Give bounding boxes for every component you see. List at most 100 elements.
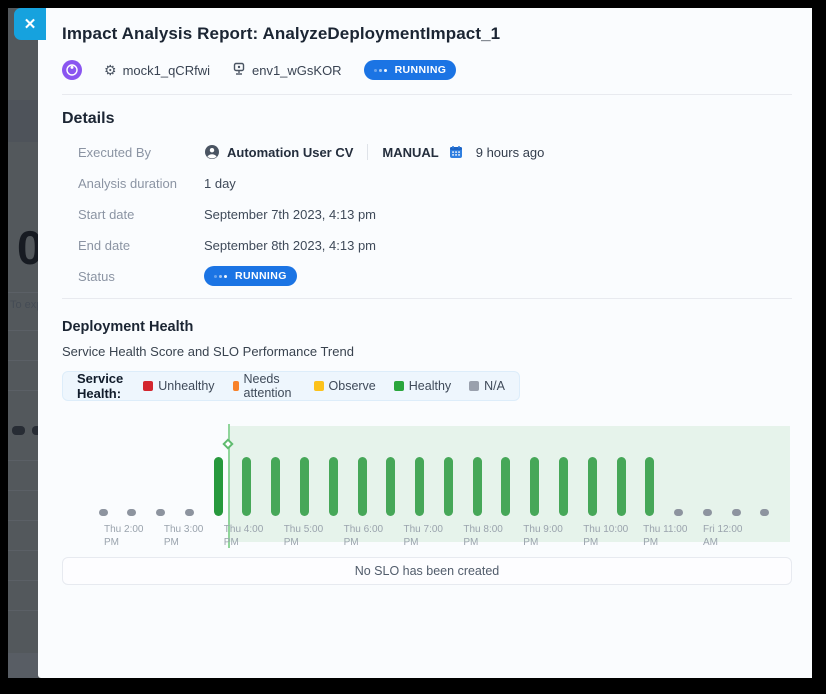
background-band — [8, 100, 38, 142]
health-chart: Thu 2:00PMThu 3:00PMThu 4:00PMThu 5:00PM… — [62, 410, 792, 552]
tick-label: Thu 7:00PM — [404, 523, 460, 549]
detail-value: September 7th 2023, 4:13 pm — [204, 207, 376, 222]
executed-time: 9 hours ago — [476, 145, 545, 160]
chart-bar — [674, 509, 683, 516]
legend-swatch-icon — [469, 381, 479, 391]
legend-item: Needs attention — [233, 372, 296, 400]
chart-bar — [415, 457, 424, 516]
detail-label: Executed By — [78, 145, 188, 160]
tick-label: Thu 8:00PM — [463, 523, 519, 549]
report-meta-row: ⚙ mock1_qCRfwi env1_wGsKOR RUNNING — [62, 59, 792, 81]
workflow-name: mock1_qCRfwi — [123, 63, 210, 78]
tick-label: Thu 10:00PM — [583, 523, 639, 549]
background-text: To exp — [10, 299, 38, 311]
legend-swatch-icon — [143, 381, 153, 391]
screen: 0 To exp ✕ Impact Analysis Report: Analy… — [8, 8, 812, 678]
legend-swatch-icon — [233, 381, 239, 391]
chart-bar — [156, 509, 165, 516]
legend-label: Unhealthy — [158, 379, 214, 393]
service-health-legend: Service Health: Unhealthy Needs attention… — [62, 371, 520, 401]
execution-mode: MANUAL — [382, 145, 438, 160]
background-strip: 0 To exp — [8, 8, 38, 678]
details-table: Executed By Automation User CV MANUAL 9 … — [62, 143, 792, 285]
legend-label: Observe — [329, 379, 376, 393]
chart-bar — [358, 457, 367, 516]
chart-bar — [645, 457, 654, 516]
table-row: Status RUNNING — [62, 267, 792, 285]
background-number: 0 — [17, 220, 38, 275]
slo-empty-box: No SLO has been created — [62, 557, 792, 585]
detail-label: End date — [78, 238, 188, 253]
page-title: Impact Analysis Report: AnalyzeDeploymen… — [62, 24, 792, 44]
calendar-icon — [449, 145, 463, 159]
legend-swatch-icon — [314, 381, 324, 391]
table-row: Analysis duration 1 day — [62, 174, 792, 192]
chart-bar — [473, 457, 482, 516]
chart-bar — [300, 457, 309, 516]
tick-label: Fri 12:00AM — [703, 523, 759, 549]
chart-bar — [501, 457, 510, 516]
environment-icon — [232, 62, 246, 79]
vertical-divider — [367, 144, 368, 160]
tick-label: Thu 2:00PM — [104, 523, 160, 549]
chart-bar — [329, 457, 338, 516]
gear-icon: ⚙ — [104, 63, 117, 77]
chart-bar — [271, 457, 280, 516]
tick-label: Thu 5:00PM — [284, 523, 340, 549]
divider — [62, 94, 792, 95]
details-heading: Details — [62, 110, 792, 128]
detail-value: 1 day — [204, 176, 236, 191]
slo-empty-message: No SLO has been created — [355, 564, 500, 578]
workflow-chip: ⚙ mock1_qCRfwi — [104, 63, 210, 78]
detail-value: September 8th 2023, 4:13 pm — [204, 238, 376, 253]
tick-label: Thu 9:00PM — [523, 523, 579, 549]
status-badge: RUNNING — [364, 60, 457, 80]
tick-label: Thu 3:00PM — [164, 523, 220, 549]
detail-label: Start date — [78, 207, 188, 222]
legend-item: N/A — [469, 379, 505, 393]
service-avatar-icon — [62, 60, 82, 80]
environment-name: env1_wGsKOR — [252, 63, 342, 78]
loading-dots-icon — [374, 69, 389, 72]
legend-label: Needs attention — [244, 372, 296, 400]
background-band — [8, 653, 38, 678]
environment-chip: env1_wGsKOR — [232, 62, 342, 79]
chart-bar — [703, 509, 712, 516]
close-icon: ✕ — [24, 15, 37, 33]
status-label: RUNNING — [395, 64, 447, 76]
chart-bar — [588, 457, 597, 516]
legend-title: Service Health: — [77, 371, 127, 401]
executed-by-value: Automation User CV — [227, 145, 353, 160]
deployment-health-heading: Deployment Health — [62, 319, 792, 335]
chart-bar — [386, 457, 395, 516]
chart-bar — [242, 457, 251, 516]
chart-subtitle: Service Health Score and SLO Performance… — [62, 344, 792, 359]
chart-bar — [444, 457, 453, 516]
table-row: Executed By Automation User CV MANUAL 9 … — [62, 143, 792, 161]
background-pill — [12, 426, 25, 435]
divider — [62, 298, 792, 299]
impact-analysis-modal: Impact Analysis Report: AnalyzeDeploymen… — [38, 8, 812, 678]
chart-bar — [127, 509, 136, 516]
loading-dots-icon — [214, 275, 229, 278]
legend-item: Healthy — [394, 379, 451, 393]
tick-label: Thu 11:00PM — [643, 523, 699, 549]
legend-label: Healthy — [409, 379, 451, 393]
table-row: Start date September 7th 2023, 4:13 pm — [62, 205, 792, 223]
chart-bar — [530, 457, 539, 516]
chart-bar — [559, 457, 568, 516]
tick-label: Thu 4:00PM — [224, 523, 280, 549]
chart-bar — [617, 457, 626, 516]
detail-label: Analysis duration — [78, 176, 188, 191]
legend-item: Unhealthy — [143, 379, 214, 393]
legend-label: N/A — [484, 379, 505, 393]
close-button[interactable]: ✕ — [14, 8, 46, 40]
legend-item: Observe — [314, 379, 376, 393]
legend-swatch-icon — [394, 381, 404, 391]
tick-label: Thu 6:00PM — [344, 523, 400, 549]
status-label: RUNNING — [235, 270, 287, 282]
detail-label: Status — [78, 269, 188, 284]
status-badge: RUNNING — [204, 266, 297, 286]
table-row: End date September 8th 2023, 4:13 pm — [62, 236, 792, 254]
chart-bar — [732, 509, 741, 516]
